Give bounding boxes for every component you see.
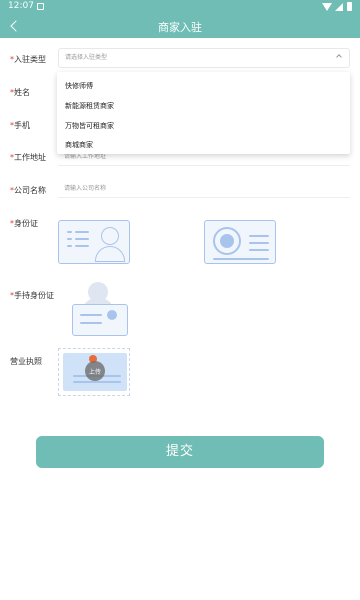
chevron-up-icon (336, 54, 342, 60)
type-select[interactable]: 请选择入驻类型 (58, 48, 350, 68)
avatar-icon (101, 227, 119, 245)
type-label: *入驻类型 (10, 55, 46, 64)
dropdown-option[interactable]: 商城商家 (65, 140, 93, 150)
name-label: *姓名 (10, 88, 30, 97)
avatar-body-icon (95, 246, 125, 262)
hand-id-upload[interactable] (70, 282, 130, 338)
card-line (249, 235, 269, 237)
card-line (67, 238, 72, 240)
id-card-label: *身份证 (10, 219, 38, 228)
card-line (249, 249, 269, 251)
card-line (213, 258, 269, 260)
held-card-icon (72, 304, 128, 336)
signal-icon (335, 3, 343, 11)
company-input[interactable]: 请输入公司名称 (58, 180, 350, 198)
card-avatar-icon (107, 310, 117, 320)
phone-label: *手机 (10, 121, 30, 130)
type-select-placeholder: 请选择入驻类型 (65, 54, 108, 61)
card-line (75, 231, 89, 233)
address-label: *工作地址 (10, 153, 46, 162)
status-bar: 12:07 (0, 0, 360, 14)
id-card-back-upload[interactable] (204, 220, 276, 264)
battery-icon (347, 2, 352, 11)
hand-id-label: *手持身份证 (10, 291, 54, 300)
submit-button[interactable]: 提交 (36, 436, 324, 468)
card-line (249, 242, 269, 244)
type-dropdown: 快修师傅 新能源租赁商家 万物皆可租商家 商城商家 (57, 72, 350, 154)
address-placeholder: 请输入工作地址 (64, 153, 107, 160)
card-line (75, 245, 89, 247)
upload-text: 上传 (88, 369, 101, 376)
emblem-center-icon (220, 234, 234, 248)
id-card-front-upload[interactable] (58, 220, 130, 264)
status-time: 12:07 (8, 1, 34, 11)
dropdown-option[interactable]: 快修师傅 (65, 81, 93, 91)
card-line (80, 314, 102, 316)
nav-bar: 商家入驻 (0, 14, 360, 38)
dropdown-option[interactable]: 万物皆可租商家 (65, 121, 114, 131)
card-line (73, 381, 121, 383)
card-line (80, 322, 102, 324)
notification-icon (37, 3, 44, 10)
card-line (67, 245, 72, 247)
company-placeholder: 请输入公司名称 (64, 185, 107, 192)
dropdown-option[interactable]: 新能源租赁商家 (65, 101, 114, 111)
license-upload[interactable]: 上传 (58, 348, 130, 396)
card-line (75, 238, 89, 240)
page-title: 商家入驻 (158, 21, 202, 34)
license-label: 营业执照 (10, 357, 42, 366)
wifi-icon (322, 3, 332, 11)
card-line (67, 231, 72, 233)
company-label: *公司名称 (10, 186, 46, 195)
